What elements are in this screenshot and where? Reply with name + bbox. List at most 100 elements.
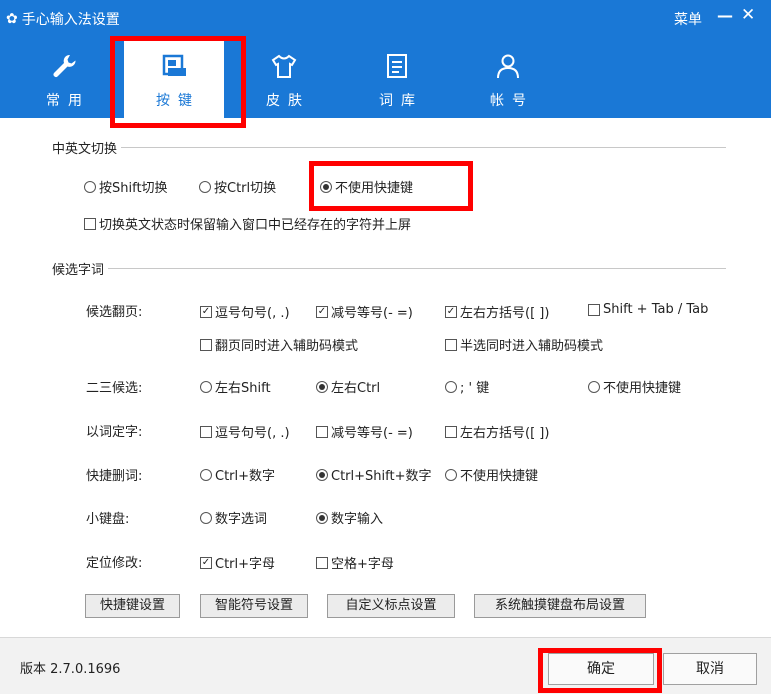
option-label: 半选同时进入辅助码模式 xyxy=(460,339,604,354)
radio-circle xyxy=(200,380,212,393)
checkbox-box xyxy=(316,425,328,438)
option-label: 逗号句号(, .) xyxy=(215,306,290,321)
checkbox-box xyxy=(445,338,457,351)
tab-common[interactable]: 常用 xyxy=(14,40,114,118)
option-label: 按Shift切换 xyxy=(99,181,168,196)
radio-lr-shift[interactable]: 左右Shift xyxy=(200,377,271,396)
checkbox-wordchar-minus[interactable]: 减号等号(- =) xyxy=(316,422,413,441)
checkbox-box: ✓ xyxy=(445,305,457,318)
option-label: 左右方括号([ ]) xyxy=(460,426,550,441)
checkbox-paging-aux[interactable]: 翻页同时进入辅助码模式 xyxy=(200,335,358,354)
checkbox-halfselect-aux[interactable]: 半选同时进入辅助码模式 xyxy=(445,335,603,354)
radio-circle xyxy=(316,511,328,524)
highlight-box-option xyxy=(309,161,473,211)
radio-circle xyxy=(445,468,457,481)
user-icon xyxy=(497,54,519,79)
option-label: 减号等号(- =) xyxy=(331,426,413,441)
minimize-button[interactable]: — xyxy=(717,6,733,25)
radio-ctrl-switch[interactable]: 按Ctrl切换 xyxy=(199,177,276,196)
checkbox-space-letter[interactable]: 空格+字母 xyxy=(316,553,394,572)
section-title-switch: 中英文切换 xyxy=(52,138,122,157)
option-label: 左右Ctrl xyxy=(331,381,381,396)
tab-label: 帐号 xyxy=(490,93,534,109)
checkbox-box xyxy=(200,338,212,351)
tab-dictionary[interactable]: 词库 xyxy=(347,40,447,118)
option-label: Ctrl+字母 xyxy=(215,557,276,572)
radio-circle xyxy=(316,380,328,393)
touch-keyboard-layout-button[interactable]: 系统触摸键盘布局设置 xyxy=(474,594,646,618)
radio-circle xyxy=(84,180,96,193)
label-paging: 候选翻页: xyxy=(86,305,143,320)
shirt-icon xyxy=(271,54,297,78)
checkbox-paging-shifttab[interactable]: Shift + Tab / Tab xyxy=(588,302,708,317)
shortcut-settings-button[interactable]: 快捷键设置 xyxy=(85,594,180,618)
option-label: 减号等号(- =) xyxy=(331,306,413,321)
checkbox-keep-chars[interactable]: 切换英文状态时保留输入窗口中已经存在的字符并上屏 xyxy=(84,214,411,233)
option-label: 不使用快捷键 xyxy=(460,469,539,484)
title-bar: ✿ 手心输入法设置 菜单 — ✕ xyxy=(0,0,771,40)
highlight-box-ok xyxy=(538,648,662,693)
radio-ctrl-number[interactable]: Ctrl+数字 xyxy=(200,465,275,484)
radio-shift-switch[interactable]: 按Shift切换 xyxy=(84,177,168,196)
radio-lr-ctrl[interactable]: 左右Ctrl xyxy=(316,377,380,396)
radio-circle xyxy=(200,511,212,524)
checkbox-paging-bracket[interactable]: ✓ 左右方括号([ ]) xyxy=(445,302,549,321)
checkbox-box xyxy=(316,556,328,569)
option-label: 翻页同时进入辅助码模式 xyxy=(215,339,359,354)
option-label: Ctrl+Shift+数字 xyxy=(331,469,432,484)
option-label: Shift + Tab / Tab xyxy=(603,302,709,317)
checkbox-paging-comma[interactable]: ✓ 逗号句号(, .) xyxy=(200,302,290,321)
option-label: 左右方括号([ ]) xyxy=(460,306,550,321)
section-title-candidate: 候选字词 xyxy=(52,259,109,278)
tab-label: 常用 xyxy=(46,93,90,109)
menu-button[interactable]: 菜单 xyxy=(674,9,702,29)
window-title-group: ✿ 手心输入法设置 xyxy=(6,9,120,29)
cancel-button[interactable]: 取消 xyxy=(663,653,757,685)
radio-circle xyxy=(445,380,457,393)
tab-account[interactable]: 帐号 xyxy=(458,40,558,118)
option-label: 数字输入 xyxy=(331,512,384,527)
radio-delete-none[interactable]: 不使用快捷键 xyxy=(445,465,538,484)
radio-ctrl-shift-number[interactable]: Ctrl+Shift+数字 xyxy=(316,465,431,484)
gear-icon: ✿ xyxy=(6,11,18,27)
option-label: 左右Shift xyxy=(215,381,271,396)
tab-label: 皮肤 xyxy=(266,93,310,109)
wrench-icon xyxy=(53,54,76,77)
radio-second-none[interactable]: 不使用快捷键 xyxy=(588,377,681,396)
checkbox-box: ✓ xyxy=(316,305,328,318)
checkbox-box: ✓ xyxy=(200,305,212,318)
checkbox-wordchar-bracket[interactable]: 左右方括号([ ]) xyxy=(445,422,549,441)
label-delete-word: 快捷删词: xyxy=(86,469,143,484)
label-second-third: 二三候选: xyxy=(86,381,143,396)
radio-circle xyxy=(316,468,328,481)
option-label: 数字选词 xyxy=(215,512,268,527)
section-divider xyxy=(52,268,726,269)
section-divider xyxy=(52,147,726,148)
option-label: 逗号句号(, .) xyxy=(215,426,290,441)
radio-semicolon-quote[interactable]: ; ' 键 xyxy=(445,377,489,396)
radio-circle xyxy=(588,380,600,393)
label-numpad: 小键盘: xyxy=(86,512,130,527)
checkbox-paging-minus[interactable]: ✓ 减号等号(- =) xyxy=(316,302,413,321)
checkbox-box: ✓ xyxy=(200,556,212,569)
option-label: 不使用快捷键 xyxy=(603,381,682,396)
tab-skin[interactable]: 皮肤 xyxy=(234,40,334,118)
radio-numpad-input[interactable]: 数字输入 xyxy=(316,508,383,527)
checkbox-box xyxy=(84,217,96,230)
document-icon xyxy=(387,54,407,78)
close-button[interactable]: ✕ xyxy=(741,5,755,25)
tab-label: 词库 xyxy=(379,93,423,109)
radio-numpad-select[interactable]: 数字选词 xyxy=(200,508,267,527)
option-label: 切换英文状态时保留输入窗口中已经存在的字符并上屏 xyxy=(99,218,412,233)
option-label: 按Ctrl切换 xyxy=(214,181,277,196)
smart-symbol-settings-button[interactable]: 智能符号设置 xyxy=(200,594,308,618)
highlight-box-tab xyxy=(110,36,246,128)
custom-punctuation-button[interactable]: 自定义标点设置 xyxy=(327,594,455,618)
checkbox-box xyxy=(588,303,600,316)
radio-circle xyxy=(200,468,212,481)
checkbox-box xyxy=(445,425,457,438)
option-label: 空格+字母 xyxy=(331,557,394,572)
checkbox-wordchar-comma[interactable]: 逗号句号(, .) xyxy=(200,422,290,441)
label-locate: 定位修改: xyxy=(86,556,143,571)
checkbox-ctrl-letter[interactable]: ✓ Ctrl+字母 xyxy=(200,553,275,572)
